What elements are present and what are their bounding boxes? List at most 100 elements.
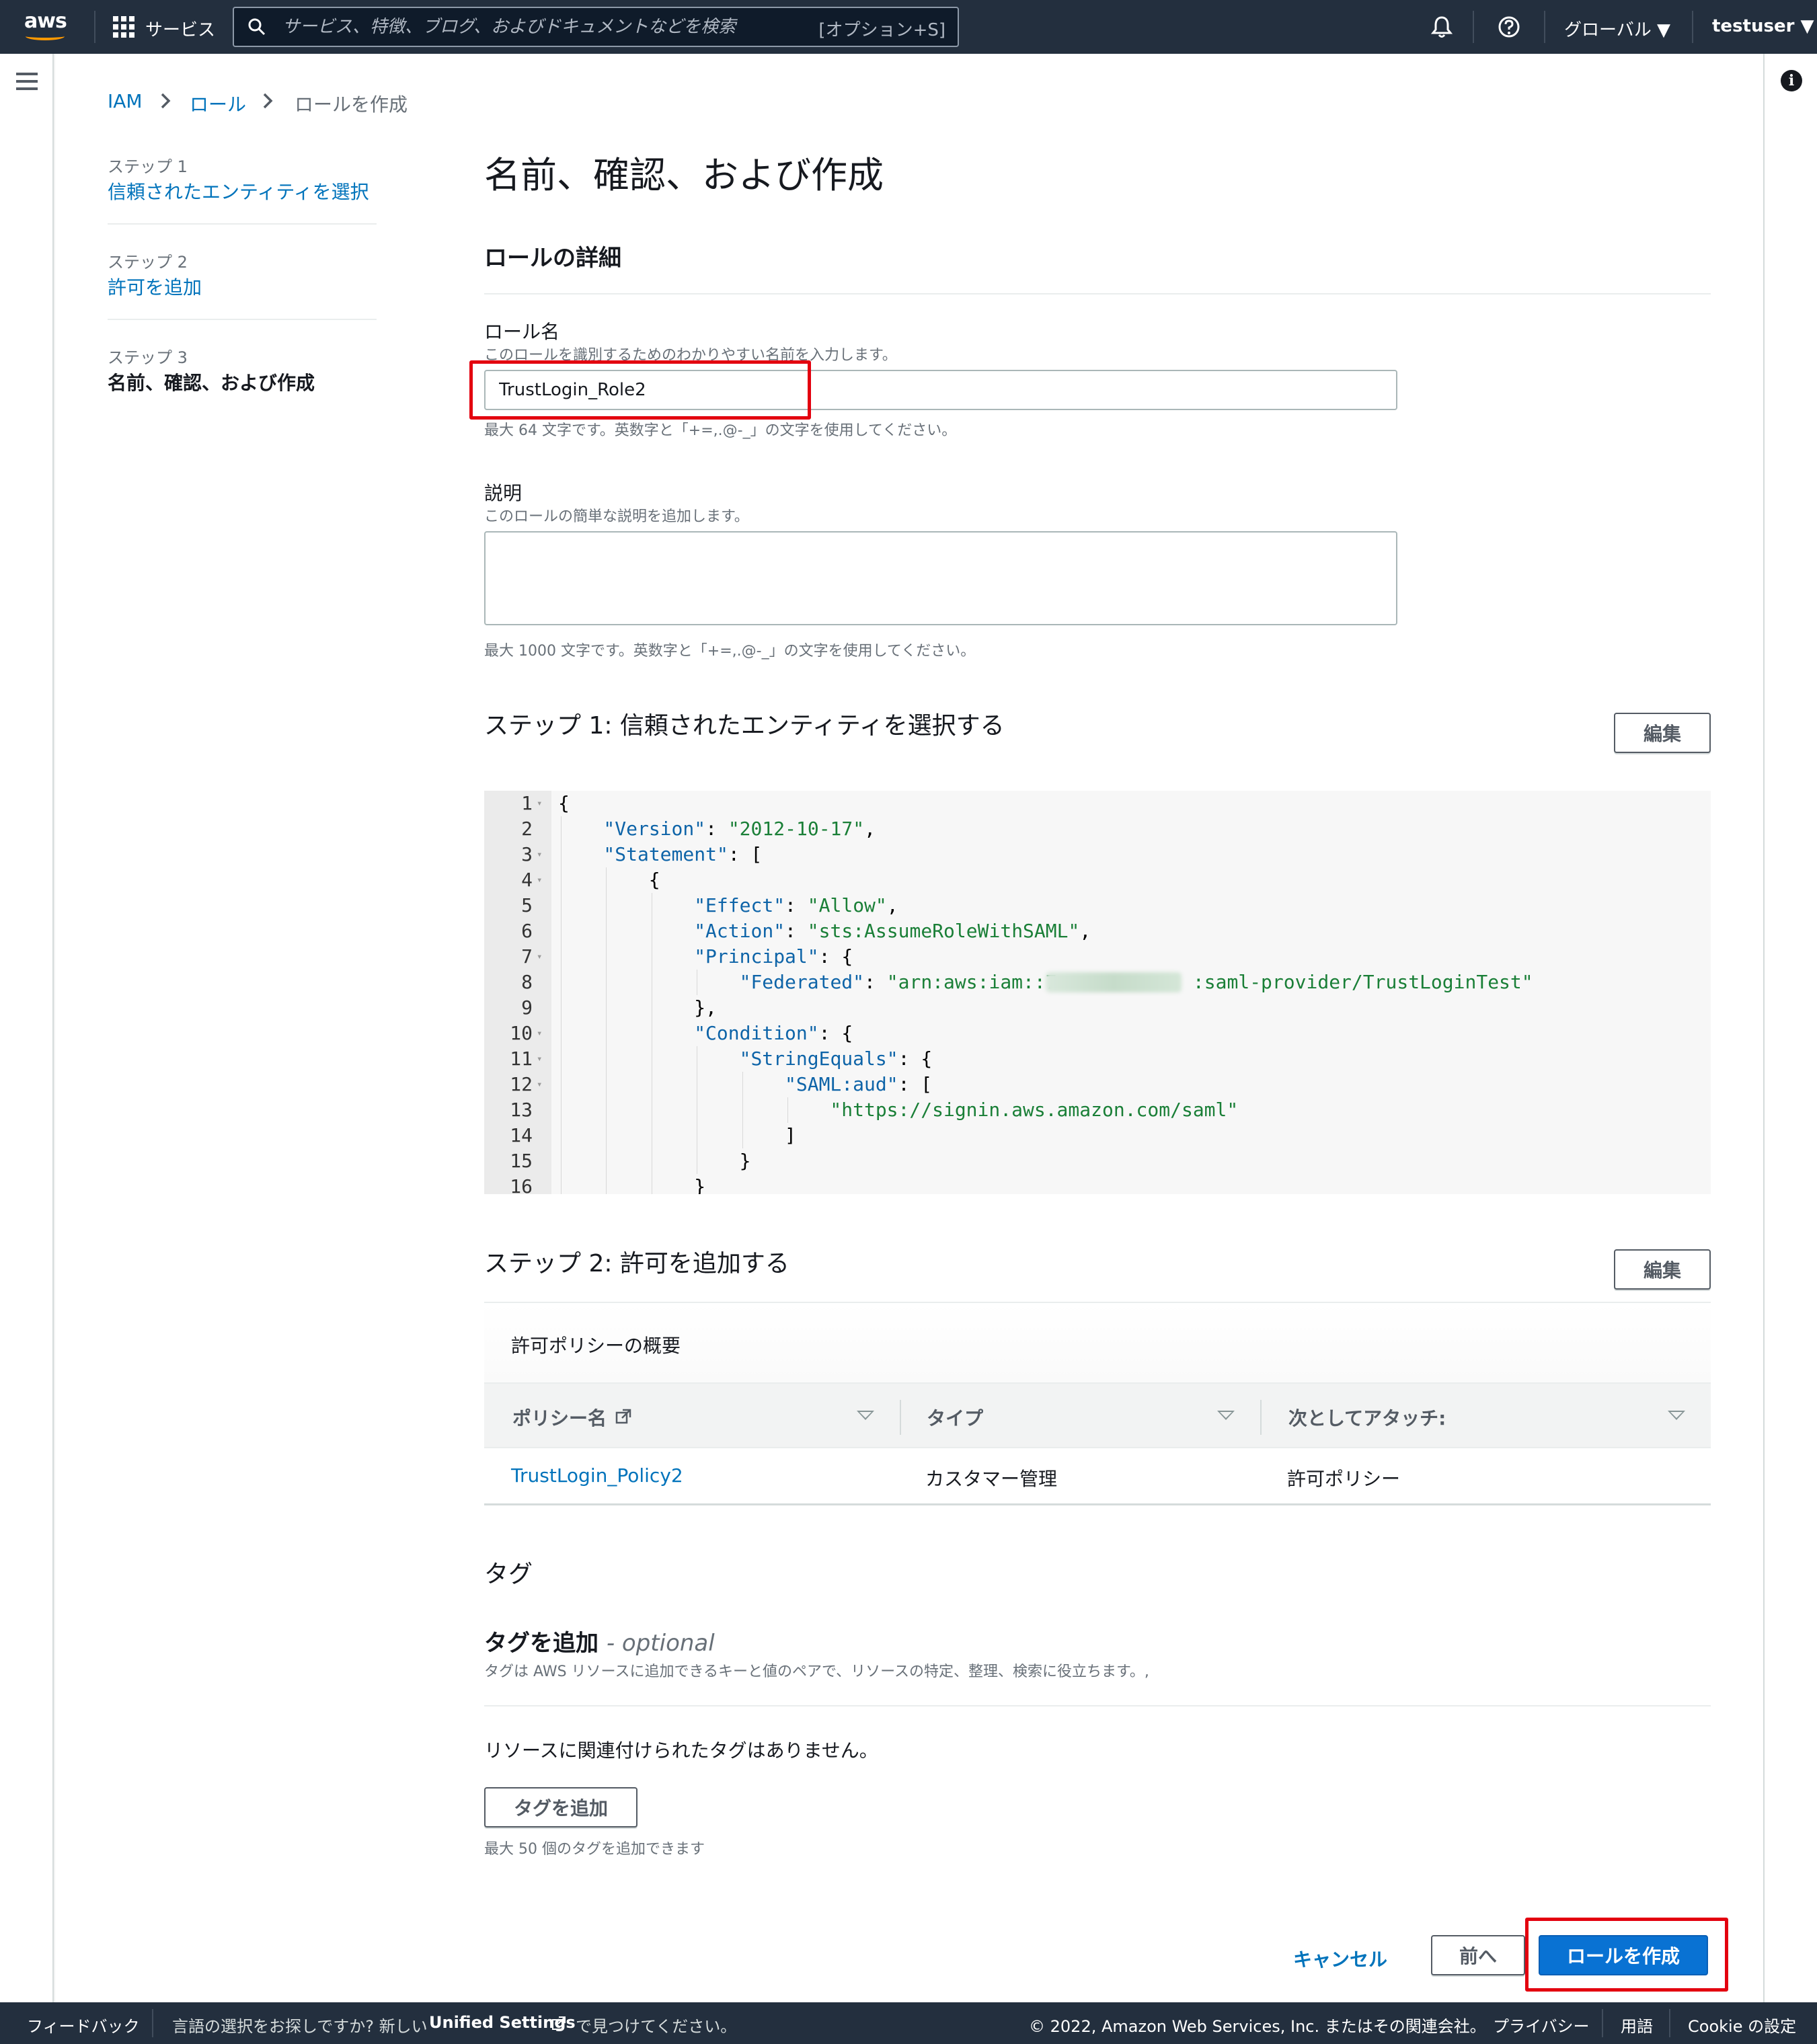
- terms-link[interactable]: 用語: [1621, 2013, 1653, 2037]
- step2-edit-button[interactable]: 編集: [1614, 1249, 1711, 1290]
- line-number: 9: [521, 996, 533, 1019]
- tags-divider: [484, 1705, 1711, 1706]
- code-text: },: [694, 996, 717, 1019]
- sort-icon[interactable]: [1668, 1411, 1685, 1420]
- help-icon[interactable]: [1494, 12, 1524, 42]
- indent-guide: [606, 970, 607, 995]
- line-number: 12: [510, 1073, 533, 1095]
- breadcrumb-roles[interactable]: ロール: [190, 90, 246, 117]
- indent-guide: [561, 1072, 562, 1097]
- aws-logo[interactable]: aws: [24, 9, 67, 43]
- external-link-icon: [552, 2016, 566, 2030]
- table-bottom-border: [484, 1503, 1711, 1505]
- sort-icon[interactable]: [857, 1411, 874, 1420]
- indent-guide: [787, 1097, 788, 1123]
- code-text: "Principal": {: [694, 945, 853, 968]
- user-menu[interactable]: testuser ▼: [1712, 16, 1814, 36]
- fold-toggle-icon[interactable]: ▾: [537, 944, 542, 970]
- chevron-right-icon: [161, 93, 171, 109]
- services-menu[interactable]: サービス: [145, 16, 215, 41]
- create-role-button[interactable]: ロールを作成: [1539, 1935, 1708, 1975]
- line-number: 11: [510, 1048, 533, 1070]
- step-1-label: ステップ 1: [108, 157, 188, 176]
- indent-guide: [606, 1046, 607, 1072]
- breadcrumb-iam[interactable]: IAM: [108, 90, 143, 112]
- footer-divider: [1669, 2009, 1670, 2037]
- indent-guide: [606, 1097, 607, 1123]
- step-1-link[interactable]: 信頼されたエンティティを選択: [108, 178, 369, 204]
- indent-guide: [561, 1174, 562, 1194]
- nav-divider: [1544, 11, 1545, 43]
- code-text: "https://signin.aws.amazon.com/saml": [830, 1099, 1239, 1121]
- no-tags-message: リソースに関連付けられたタグはありません。: [484, 1739, 878, 1762]
- indent-guide: [606, 1072, 607, 1097]
- line-number: 1: [521, 792, 533, 814]
- line-number: 14: [510, 1124, 533, 1146]
- line-number: 5: [521, 894, 533, 916]
- line-number: 4: [521, 869, 533, 891]
- indent-guide: [606, 995, 607, 1021]
- step-divider: [108, 319, 377, 320]
- bell-icon[interactable]: [1427, 12, 1457, 42]
- add-tag-button[interactable]: タグを追加: [484, 1787, 637, 1827]
- indent-guide: [742, 1097, 743, 1123]
- cancel-button[interactable]: キャンセル: [1288, 1942, 1392, 1975]
- step-3-label: ステップ 3: [108, 348, 188, 367]
- redacted-account-id: [1045, 972, 1182, 992]
- role-details-heading: ロールの詳細: [484, 245, 621, 272]
- search-input[interactable]: [282, 13, 794, 40]
- services-grid-icon[interactable]: [113, 16, 134, 38]
- copyright: © 2022, Amazon Web Services, Inc. またはその関…: [1029, 2017, 1486, 2036]
- cookie-settings-link[interactable]: Cookie の設定: [1688, 2013, 1796, 2037]
- footer-divider: [1602, 2009, 1603, 2037]
- code-line: 7 ▾ "Principal": {: [484, 944, 1711, 970]
- policy-name-link[interactable]: TrustLogin_Policy2: [511, 1464, 683, 1487]
- line-number: 7: [521, 945, 533, 968]
- description-textarea[interactable]: [484, 531, 1397, 625]
- aws-logo-text: aws: [24, 9, 67, 33]
- code-line: 6 "Action": "sts:AssumeRoleWithSAML",: [484, 918, 1711, 944]
- code-text: "Statement": [: [603, 843, 763, 865]
- menu-icon[interactable]: [16, 73, 38, 90]
- nav-divider: [94, 11, 95, 43]
- fold-toggle-icon[interactable]: ▾: [537, 842, 542, 867]
- line-number: 15: [510, 1150, 533, 1172]
- indent-guide: [606, 1174, 607, 1194]
- tags-limit-hint: 最大 50 個のタグを追加できます: [484, 1841, 705, 1858]
- policy-type-cell: カスタマー管理: [925, 1468, 1058, 1490]
- fold-toggle-icon[interactable]: ▾: [537, 867, 542, 893]
- step2-heading: ステップ 2: 許可を追加する: [484, 1250, 789, 1278]
- right-tool-strip: i: [1763, 54, 1817, 2002]
- description-label: 説明: [484, 482, 523, 504]
- step-2-label: ステップ 2: [108, 253, 188, 272]
- code-text: }: [739, 1150, 751, 1172]
- indent-guide: [561, 1097, 562, 1123]
- feedback-link[interactable]: フィードバック: [27, 2013, 140, 2037]
- column-policy-name[interactable]: ポリシー名: [512, 1404, 607, 1431]
- step-3-current: 名前、確認、および作成: [108, 372, 315, 394]
- info-icon[interactable]: i: [1781, 70, 1802, 91]
- policy-summary-header: 許可ポリシーの概要: [484, 1302, 1711, 1382]
- fold-toggle-icon[interactable]: ▾: [537, 1021, 542, 1046]
- trust-policy-editor[interactable]: 1 ▾{2 "Version": "2012-10-17", 3 ▾ "Statement…: [484, 791, 1711, 1194]
- left-tool-strip: [0, 54, 54, 2002]
- step1-edit-button[interactable]: 編集: [1614, 713, 1711, 753]
- step-2-link[interactable]: 許可を追加: [108, 273, 202, 300]
- privacy-link[interactable]: プライバシー: [1493, 2013, 1590, 2037]
- tags-description: タグは AWS リソースに追加できるキーと値のペアで、リソースの特定、整理、検索…: [484, 1663, 1149, 1680]
- global-search[interactable]: [オプション+S]: [233, 7, 959, 47]
- code-text: "SAML:aud": [: [785, 1073, 933, 1095]
- fold-toggle-icon[interactable]: ▾: [537, 791, 542, 816]
- region-selector[interactable]: グローバル ▼: [1564, 16, 1670, 41]
- role-name-input[interactable]: [484, 370, 1397, 410]
- code-text: "Condition": {: [694, 1022, 853, 1044]
- column-attached-as[interactable]: 次としてアタッチ:: [1288, 1404, 1446, 1431]
- line-number: 16: [510, 1175, 533, 1194]
- fold-toggle-icon[interactable]: ▾: [537, 1072, 542, 1097]
- previous-button[interactable]: 前へ: [1431, 1935, 1525, 1975]
- column-type[interactable]: タイプ: [927, 1404, 983, 1431]
- code-line: 3 ▾ "Statement": [: [484, 842, 1711, 867]
- fold-toggle-icon[interactable]: ▾: [537, 1046, 542, 1072]
- sort-icon[interactable]: [1217, 1411, 1235, 1420]
- indent-guide: [561, 995, 562, 1021]
